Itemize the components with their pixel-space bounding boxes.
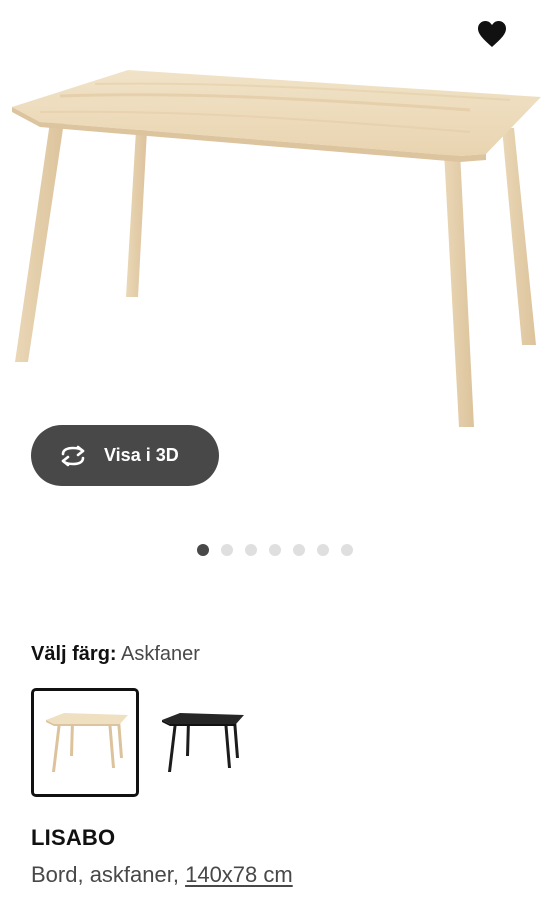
product-page: Visa i 3D Välj färg: Askfaner LISABO Bor… (0, 0, 554, 900)
carousel-dot-2[interactable] (221, 544, 233, 556)
carousel-dot-7[interactable] (341, 544, 353, 556)
color-swatch-black[interactable] (147, 688, 255, 797)
view-in-3d-label: Visa i 3D (104, 445, 179, 465)
product-name: LISABO (31, 825, 116, 850)
favorite-button[interactable] (474, 16, 510, 52)
product-size-link[interactable]: 140x78 cm (185, 862, 293, 887)
view-in-3d-button[interactable]: Visa i 3D (31, 425, 219, 486)
color-selected-value: Askfaner (121, 643, 200, 665)
carousel-dots (197, 544, 353, 558)
carousel-dot-5[interactable] (293, 544, 305, 556)
color-selector-label: Välj färg: Askfaner (31, 643, 200, 666)
carousel-dot-4[interactable] (269, 544, 281, 556)
rotate-3d-icon (57, 445, 89, 467)
carousel-dot-6[interactable] (317, 544, 329, 556)
product-image (12, 70, 541, 427)
product-type-text: Bord, askfaner, (31, 862, 186, 887)
ash-table-thumbnail (46, 712, 128, 772)
color-label-key: Välj färg: (31, 643, 117, 665)
heart-icon (478, 21, 506, 47)
color-swatches (31, 688, 255, 797)
color-swatch-ash-veneer[interactable] (31, 688, 139, 797)
product-description: Bord, askfaner, 140x78 cm (31, 862, 293, 888)
black-table-thumbnail (162, 712, 244, 772)
carousel-dot-3[interactable] (245, 544, 257, 556)
carousel-dot-1[interactable] (197, 544, 209, 556)
